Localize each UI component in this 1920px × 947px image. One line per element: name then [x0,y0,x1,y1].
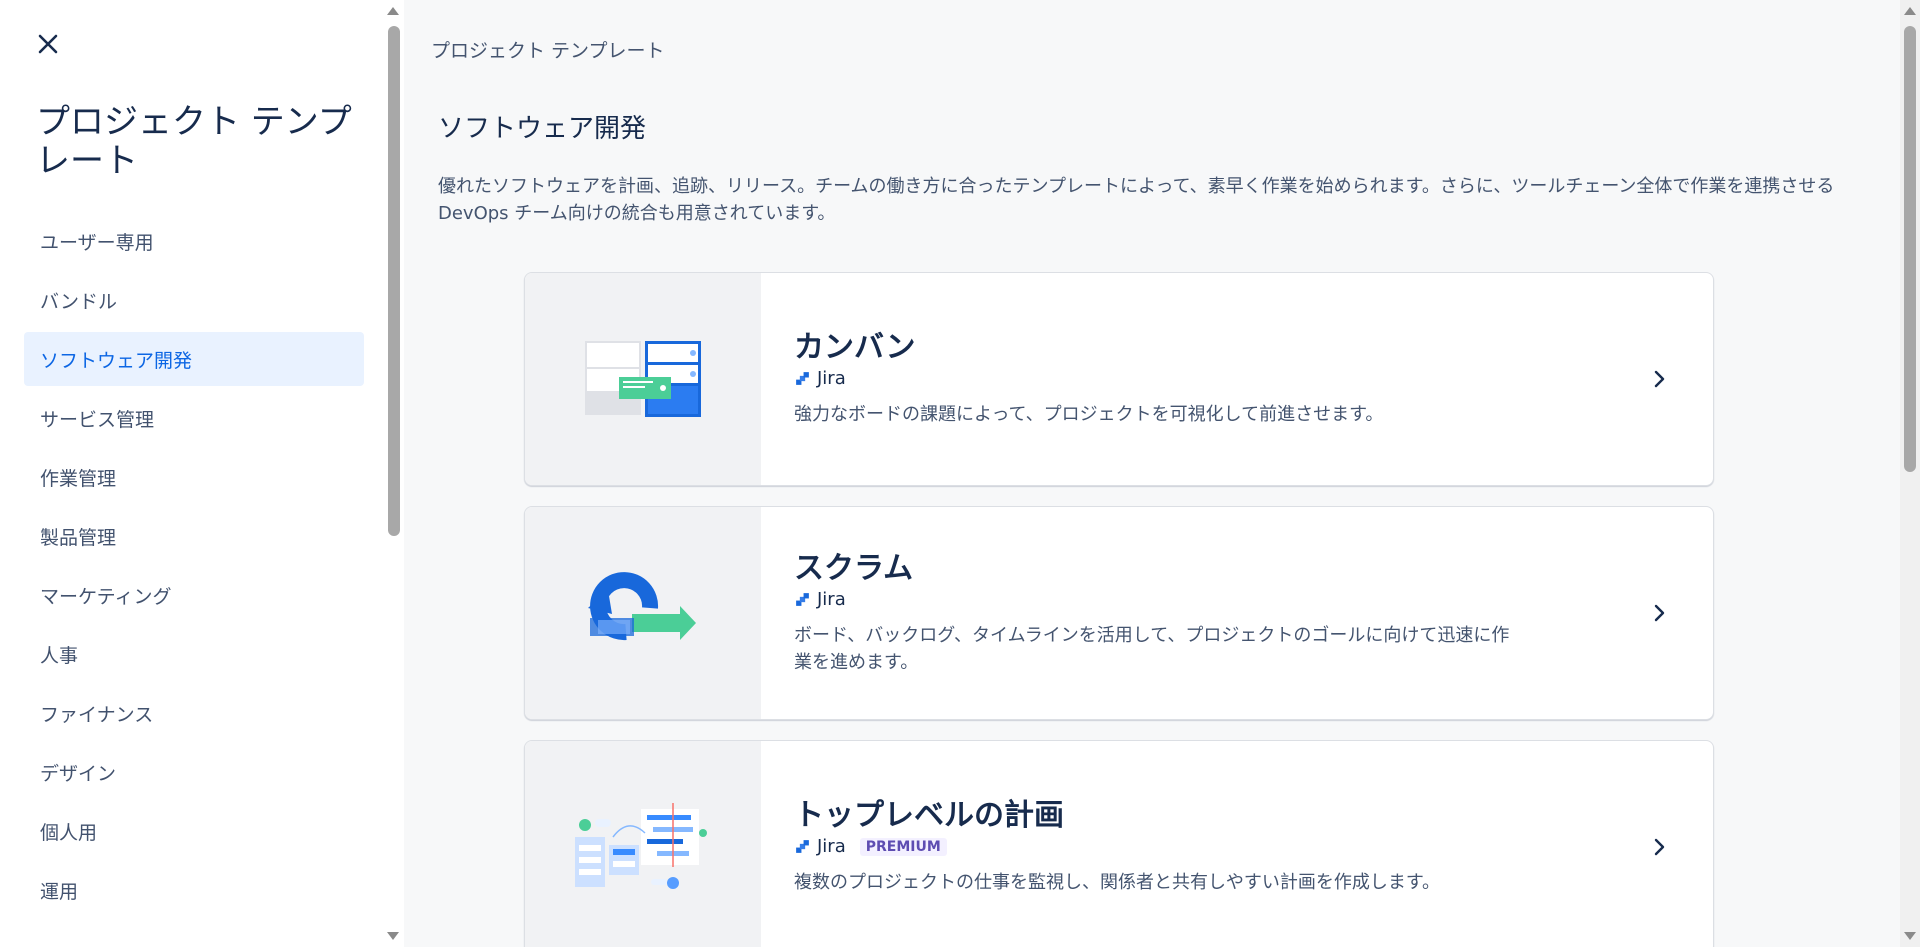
card-description: 強力なボードの課題によって、プロジェクトを可視化して前進させます。 [794,404,1384,425]
sidebar-item-11[interactable]: 運用 [24,863,364,917]
sidebar-item-label: ファイナンス [40,703,154,726]
scrollbar-thumb[interactable] [1904,26,1916,472]
main-content: プロジェクト テンプレート ソフトウェア開発 優れたソフトウェアを計画、追跡、リ… [404,0,1900,947]
sidebar-item-3[interactable]: サービス管理 [24,391,364,445]
sidebar-title: プロジェクト テンプレート [36,102,352,181]
product-label: Jira [794,368,1383,389]
scroll-down-arrow[interactable] [1904,932,1916,940]
chevron-right-icon [1649,369,1669,389]
top-level-plan-illustration [525,741,761,947]
template-list: カンバン Jira 強力なボードの課題によって、プロジェクトを可視化して前進させ… [524,272,1714,947]
chevron-right-icon [1649,837,1669,857]
sidebar-item-1[interactable]: バンドル [24,273,364,327]
product-label: Jira [794,589,1524,610]
section-title: ソフトウェア開発 [438,114,647,144]
sidebar-scrollbar[interactable] [382,0,404,947]
category-nav: ユーザー専用 バンドルソフトウェア開発 サービス管理 作業管理製品管理マーケティング人… [24,214,364,922]
card-description: 複数のプロジェクトの仕事を監視し、関係者と共有しやすい計画を作成します。 [794,872,1441,893]
card-title: カンバン [794,330,916,365]
sidebar-item-5[interactable]: 製品管理 [24,509,364,563]
close-button[interactable] [30,26,66,62]
product-name: Jira [817,368,846,389]
card-description: ボード、バックログ、タイムラインを活用して、プロジェクトのゴールに向けて迅速に作… [794,624,1510,673]
section-description: 優れたソフトウェアを計画、追跡、リリース。チームの働き方に合ったテンプレートによ… [438,176,1835,224]
sidebar-item-label: 個人用 [40,821,98,844]
sidebar-item-label: 製品管理 [40,526,117,549]
product-label: Jira PREMIUM [794,836,1440,857]
template-card-kanban[interactable]: カンバン Jira 強力なボードの課題によって、プロジェクトを可視化して前進させ… [524,272,1714,486]
template-card-top-level-plan[interactable]: トップレベルの計画 Jira PREMIUM 複数のプロジェクトの仕事を監視し、… [524,740,1714,947]
sidebar-item-label: 人事 [40,644,79,667]
sidebar-item-label: 作業管理 [40,467,117,490]
sidebar-item-label: マーケティング [40,585,172,608]
scroll-up-arrow[interactable] [1904,7,1916,15]
sidebar-item-10[interactable]: 個人用 [24,804,364,858]
sidebar-item-label: ユーザー専用 [40,231,154,254]
jira-logo-icon [796,592,809,606]
product-name: Jira [817,836,846,857]
kanban-illustration [525,273,761,485]
sidebar-item-label: デザイン [40,762,117,785]
sidebar-item-0[interactable]: ユーザー専用 [24,214,364,268]
scroll-down-arrow[interactable] [387,932,399,940]
sidebar-item-8[interactable]: ファイナンス [24,686,364,740]
sidebar-item-label: サービス管理 [40,408,155,431]
premium-badge: PREMIUM [859,837,947,856]
sidebar-item-7[interactable]: 人事 [24,627,364,681]
sidebar-item-2[interactable]: ソフトウェア開発 [24,332,364,386]
scrum-illustration [525,507,761,719]
main-scrollbar[interactable] [1900,0,1920,947]
sidebar: プロジェクト テンプレート ユーザー専用 バンドルソフトウェア開発 サービス管理 作業… [0,0,382,947]
chevron-right-icon [1649,603,1669,623]
sidebar-item-label: ソフトウェア開発 [40,349,193,372]
template-card-scrum[interactable]: スクラム Jira ボード、バックログ、タイムラインを活用して、プロジェクトのゴ… [524,506,1714,720]
close-icon [38,34,58,54]
breadcrumb: プロジェクト テンプレート [431,40,665,62]
card-title: スクラム [794,550,914,586]
card-title: トップレベルの計画 [794,798,1064,833]
sidebar-item-4[interactable]: 作業管理 [24,450,364,504]
sidebar-item-label: 運用 [40,880,79,903]
sidebar-item-label: バンドル [40,290,117,313]
jira-logo-icon [796,840,809,853]
sidebar-item-9[interactable]: デザイン [24,745,364,799]
scrollbar-thumb[interactable] [388,26,400,536]
product-name: Jira [817,588,846,610]
jira-logo-icon [796,372,809,385]
sidebar-item-6[interactable]: マーケティング [24,568,364,622]
scroll-up-arrow[interactable] [387,7,399,15]
